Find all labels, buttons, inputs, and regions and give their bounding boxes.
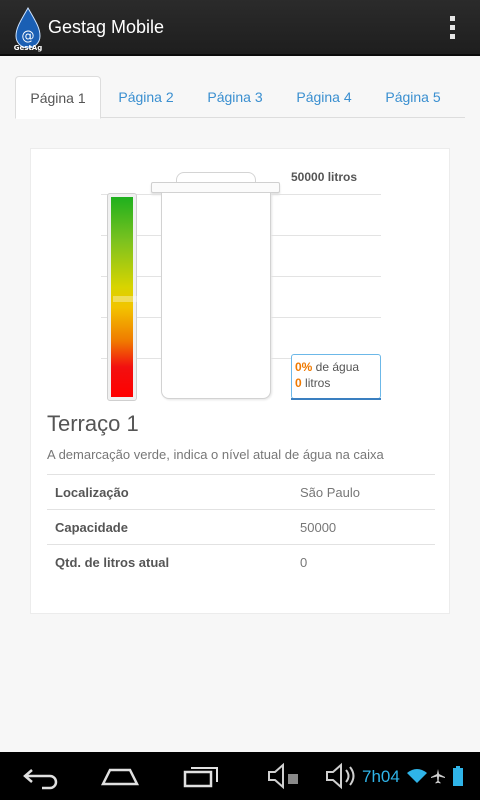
water-level-gauge: 50000 litros 0% de água 0 litros [31, 149, 451, 409]
svg-text:@: @ [22, 29, 35, 44]
status-time: 7h04 [362, 767, 400, 786]
percent-suffix: de água [312, 360, 360, 374]
tank-details-table: Localização São Paulo Capacidade 50000 Q… [47, 474, 435, 579]
home-icon[interactable] [100, 762, 140, 790]
tank-description: A demarcação verde, indica o nível atual… [47, 447, 384, 462]
recent-apps-icon[interactable] [182, 762, 220, 790]
capacity-label: 50000 litros [291, 170, 358, 184]
row-label: Localização [55, 485, 129, 500]
tab-pagina-2[interactable]: Página 2 [105, 76, 187, 118]
tank-card: 50000 litros 0% de água 0 litros Terraço… [30, 148, 450, 614]
wifi-icon [407, 769, 427, 783]
overflow-menu-icon[interactable] [444, 14, 460, 42]
table-row: Capacidade 50000 [47, 509, 435, 544]
liters-suffix: litros [301, 376, 331, 390]
tank-lid [151, 182, 280, 193]
system-nav-bar: 7h04 [0, 752, 480, 800]
table-row: Qtd. de litros atual 0 [47, 544, 435, 579]
row-label: Qtd. de litros atual [55, 555, 170, 570]
tab-pagina-3[interactable]: Página 3 [193, 76, 277, 118]
row-value: 50000 [300, 520, 337, 535]
table-row: Localização São Paulo [47, 474, 435, 509]
page-tabs: Página 1 Página 2 Página 3 Página 4 Pági… [15, 76, 465, 119]
battery-icon [453, 766, 463, 786]
app-title: Gestag Mobile [48, 17, 165, 37]
row-label: Capacidade [55, 520, 128, 535]
back-icon[interactable] [22, 762, 60, 790]
tank-title: Terraço 1 [47, 411, 139, 436]
tab-pagina-4[interactable]: Página 4 [282, 76, 366, 118]
percent-value: 0% [295, 360, 313, 374]
tab-pagina-1[interactable]: Página 1 [15, 76, 101, 119]
water-tank [161, 193, 271, 399]
level-baseline [291, 398, 381, 400]
tab-pagina-5[interactable]: Página 5 [371, 76, 455, 118]
action-bar: @ GestAg Gestag Mobile [0, 0, 480, 56]
airplane-mode-icon [431, 769, 445, 784]
level-marker [113, 296, 137, 302]
volume-down-icon[interactable] [266, 762, 302, 790]
app-logo: @ GestAg [14, 6, 42, 52]
liters-value: 0 [295, 376, 302, 390]
level-info-box: 0% de água 0 litros [291, 354, 381, 399]
volume-up-icon[interactable] [324, 762, 362, 790]
svg-text:GestAg: GestAg [14, 44, 42, 52]
row-value: São Paulo [300, 485, 360, 500]
row-value: 0 [300, 555, 308, 570]
